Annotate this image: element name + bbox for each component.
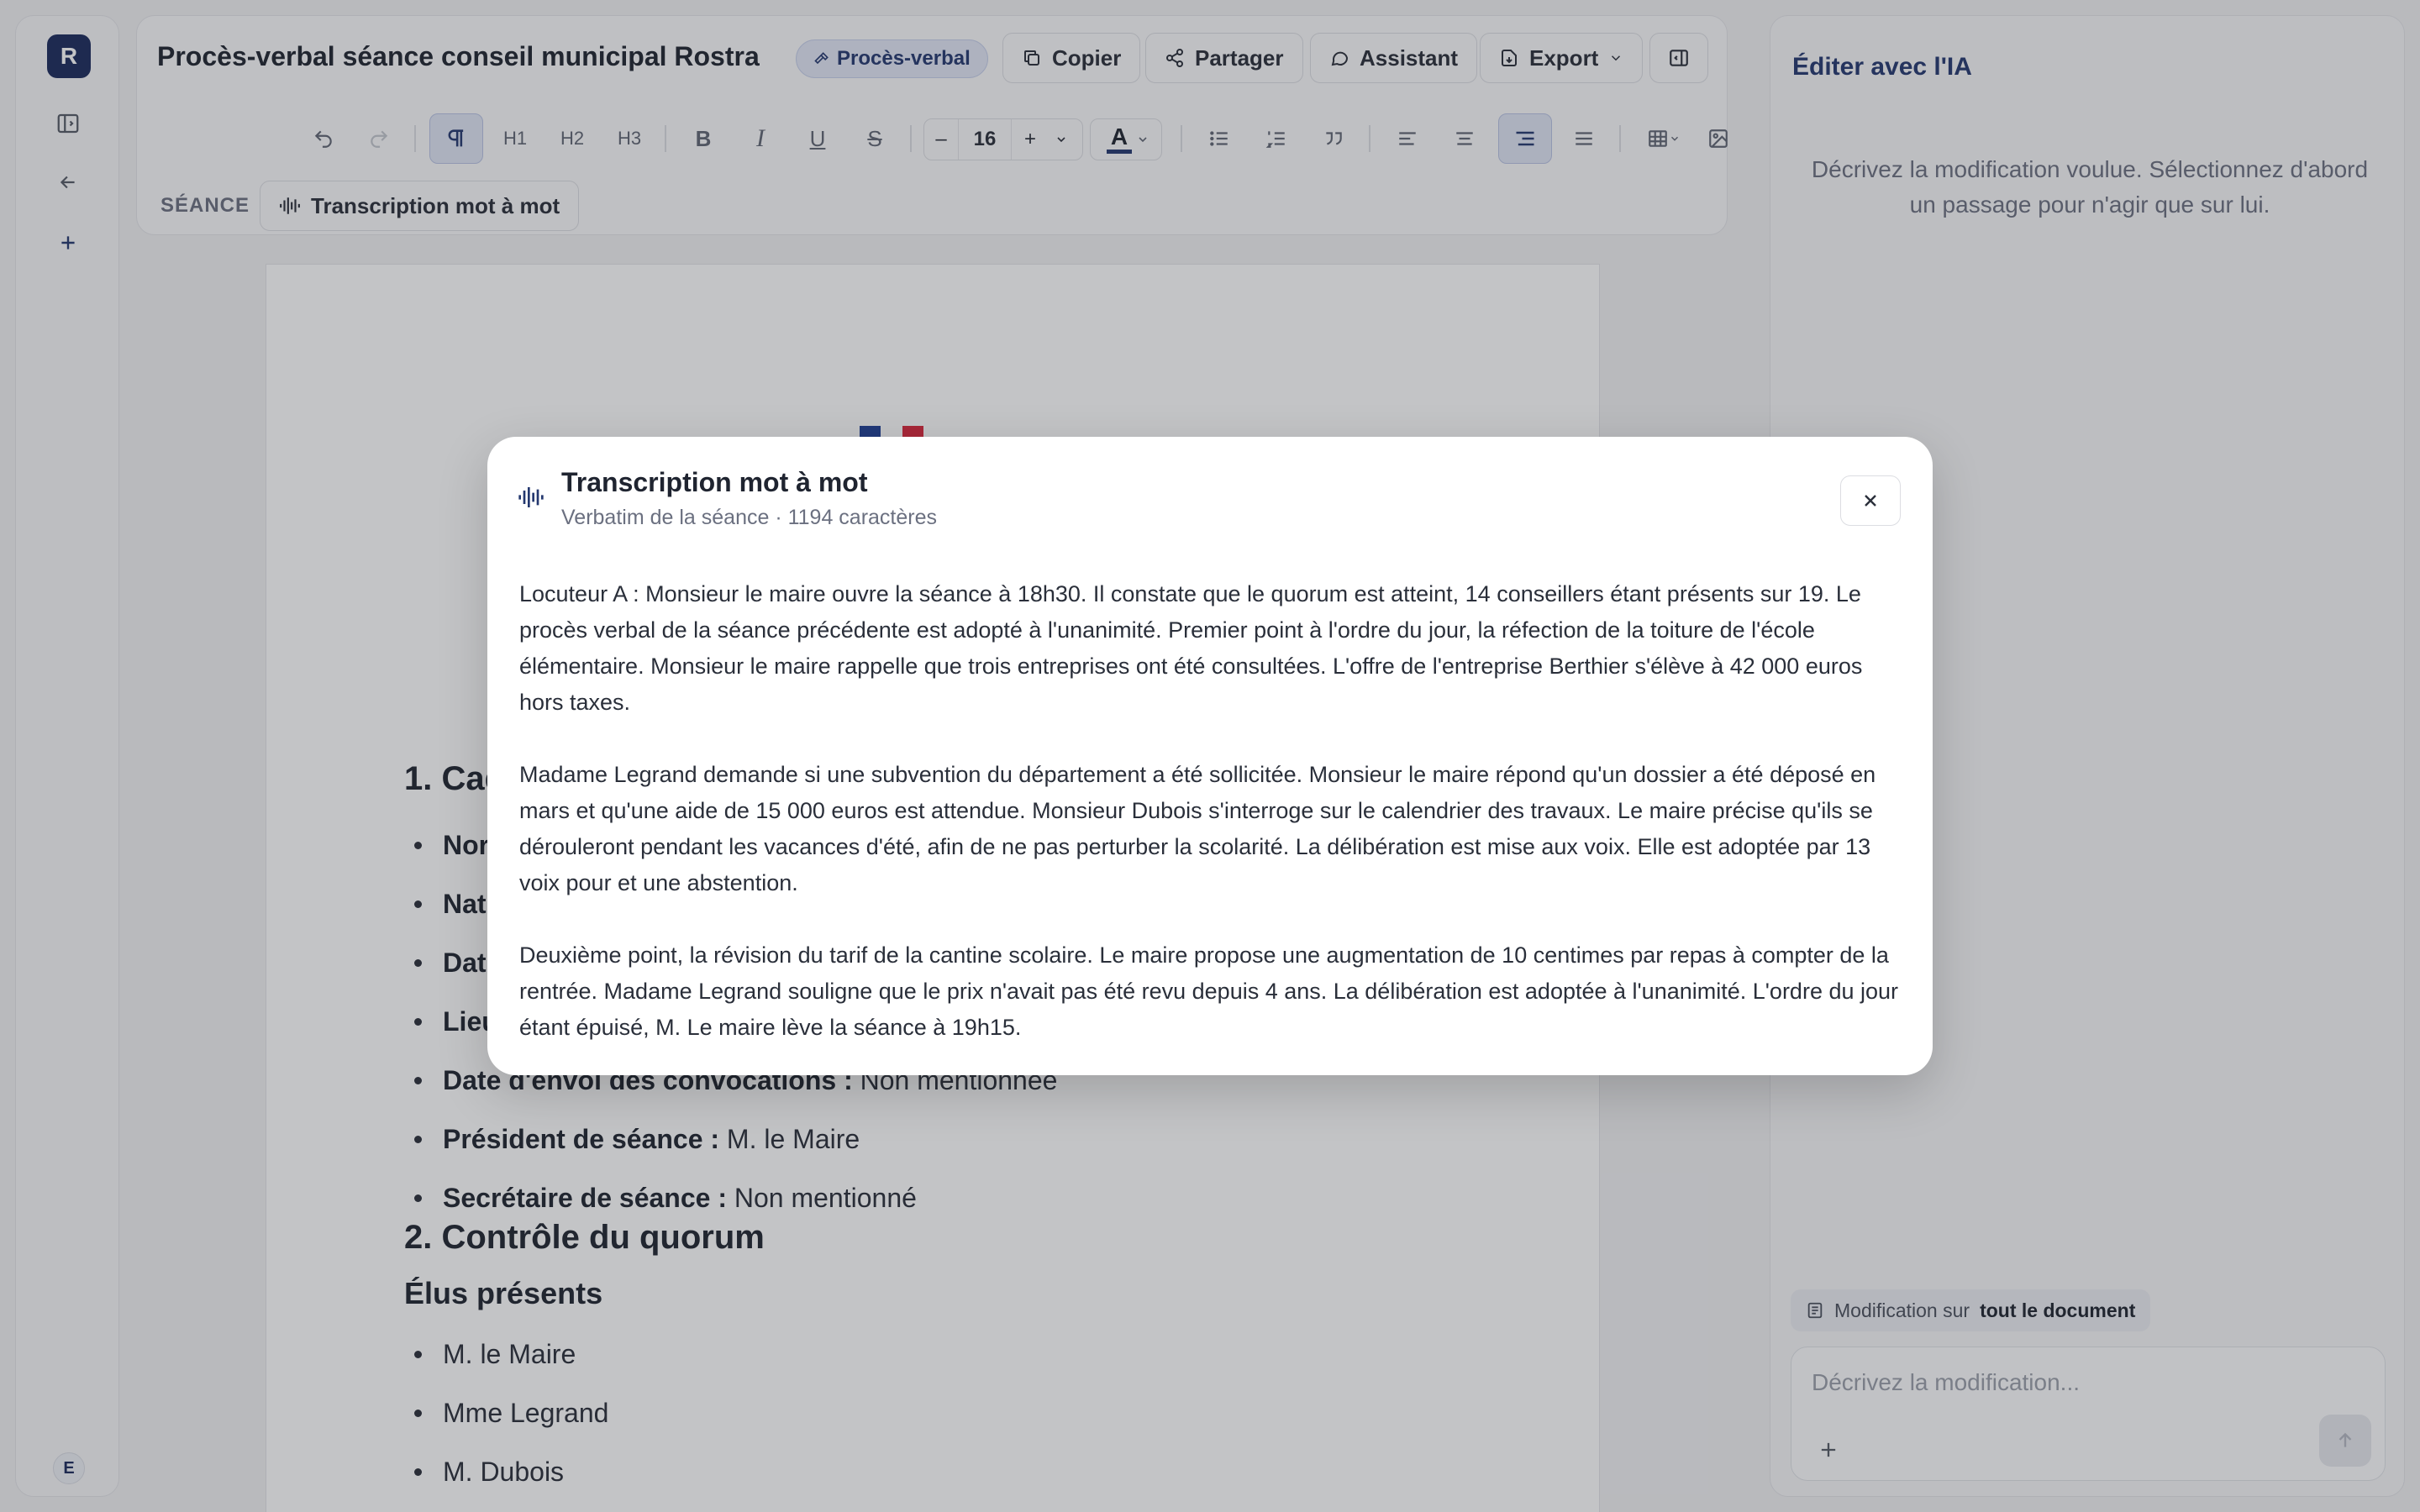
transcript-body[interactable]: Locuteur A : Monsieur le maire ouvre la … — [519, 576, 1906, 1082]
transcription-modal: Transcription mot à mot Verbatim de la s… — [487, 437, 1933, 1075]
modal-title: Transcription mot à mot — [561, 467, 868, 497]
waveform-icon — [518, 484, 548, 514]
transcript-paragraph: Locuteur A : Monsieur le maire ouvre la … — [519, 581, 1863, 715]
close-button[interactable] — [1840, 475, 1901, 526]
transcript-paragraph: Madame Legrand demande si une subvention… — [519, 762, 1876, 895]
modal-subtitle: Verbatim de la séance · 1194 caractères — [561, 506, 938, 529]
close-icon — [1865, 495, 1876, 507]
transcript-paragraph: Deuxième point, la révision du tarif de … — [519, 942, 1899, 1040]
